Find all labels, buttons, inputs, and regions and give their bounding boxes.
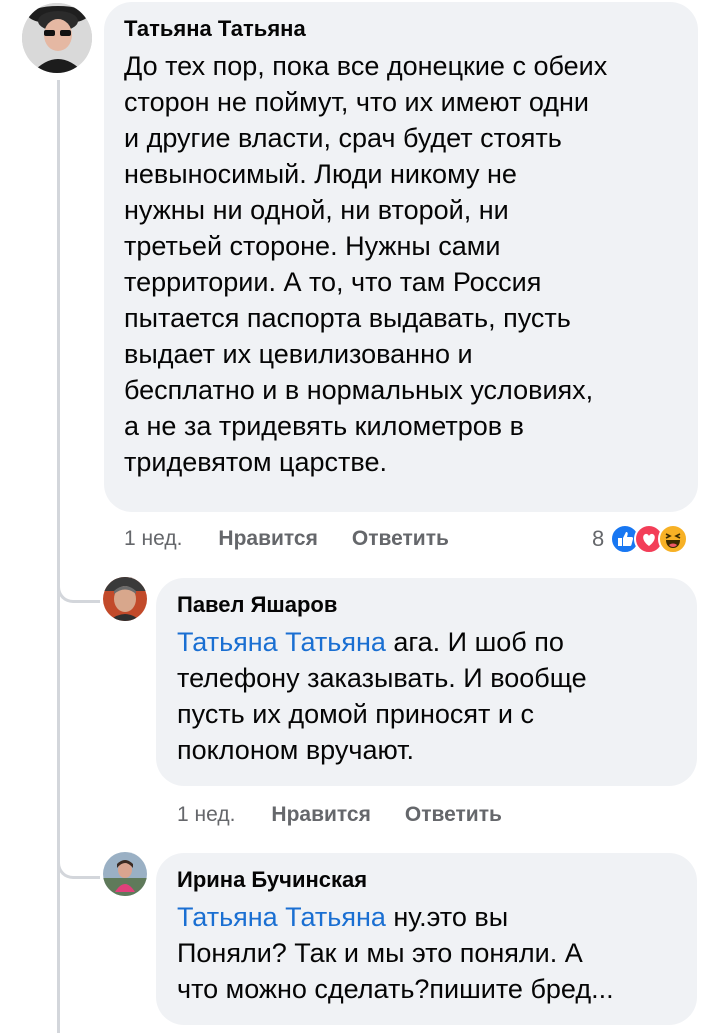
reply-connector	[57, 836, 100, 879]
like-button[interactable]: Нравится	[218, 527, 317, 551]
comment-author[interactable]: Ирина Бучинская	[177, 867, 677, 893]
avatar-photo-icon	[103, 852, 147, 896]
avatar-photo-icon	[22, 3, 92, 73]
comment-author[interactable]: Татьяна Татьяна	[124, 16, 678, 42]
comment-time[interactable]: 1 нед.	[177, 803, 235, 827]
comment-bubble: Павел Яшаров Татьяна Татьяна ага. И шоб …	[156, 578, 697, 786]
like-button[interactable]: Нравится	[271, 803, 370, 827]
comment-text: Татьяна Татьяна ну.это вы Поняли? Так и …	[177, 902, 614, 1004]
avatar-photo-icon	[103, 577, 147, 621]
avatar[interactable]	[103, 577, 147, 621]
reply-button[interactable]: Ответить	[405, 803, 502, 827]
reaction-count: 8	[592, 526, 605, 551]
comment-bubble: Татьяна Татьяна До тех пор, пока все дон…	[104, 2, 698, 512]
comment-bubble: Ирина Бучинская Татьяна Татьяна ну.это в…	[156, 853, 697, 1025]
reaction-summary[interactable]: 8	[592, 524, 689, 554]
avatar[interactable]	[103, 852, 147, 896]
reply-button[interactable]: Ответить	[352, 527, 449, 551]
comment-time[interactable]: 1 нед.	[124, 527, 182, 551]
comment-actions: 1 нед. Нравится Ответить	[177, 803, 502, 827]
thread-line	[57, 80, 60, 1033]
comment-author[interactable]: Павел Яшаров	[177, 592, 677, 618]
mention-link[interactable]: Татьяна Татьяна	[177, 627, 386, 657]
reply-connector	[57, 560, 100, 603]
avatar[interactable]	[22, 3, 92, 73]
mention-link[interactable]: Татьяна Татьяна	[177, 902, 386, 932]
comment-text: До тех пор, пока все донецкие с обеих ст…	[124, 51, 608, 477]
comment-actions: 1 нед. Нравится Ответить	[124, 527, 449, 551]
comment-text: Татьяна Татьяна ага. И шоб по телефону з…	[177, 627, 587, 765]
haha-icon	[658, 524, 689, 554]
